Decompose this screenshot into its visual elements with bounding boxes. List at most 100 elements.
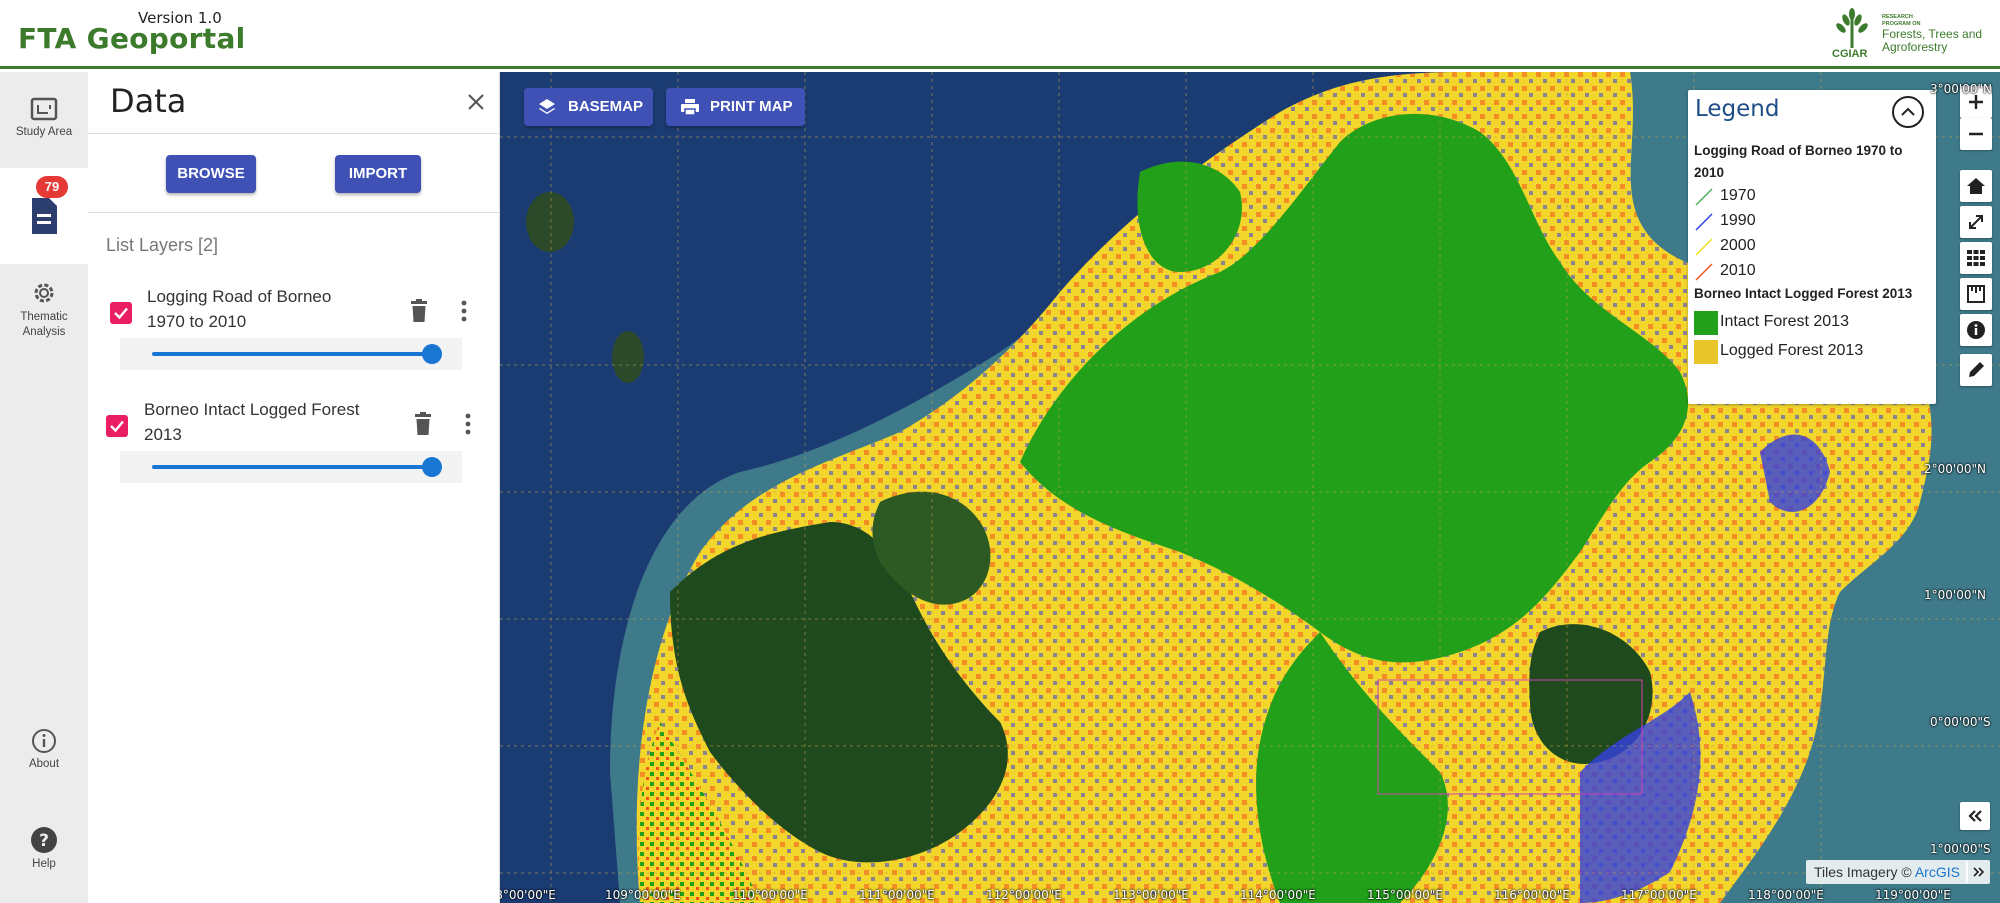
basemap-button[interactable]: BASEMAP — [524, 88, 653, 126]
measure-button[interactable] — [1960, 278, 1992, 310]
layer-name-line1: Logging Road of Borneo — [147, 287, 332, 306]
more-vert-icon — [461, 300, 467, 322]
check-icon — [114, 307, 128, 320]
map-frame-icon — [30, 97, 58, 121]
collapse-right-icon — [1973, 867, 1985, 877]
rail-label-about: About — [28, 758, 60, 770]
rail-item-thematic-analysis[interactable]: Thematic Analysis — [0, 280, 88, 350]
legend-label: 1990 — [1720, 212, 1756, 229]
home-button[interactable] — [1960, 170, 1992, 202]
grid-button[interactable] — [1960, 242, 1992, 274]
print-icon — [681, 99, 699, 116]
delete-layer-button[interactable] — [412, 411, 434, 437]
legend-label: Logged Forest 2013 — [1720, 342, 1864, 359]
map-attribution: Tiles Imagery © ArcGIS — [1806, 860, 1968, 884]
layer-name-line2: 2013 — [144, 425, 182, 444]
panel-title: Data — [110, 82, 187, 120]
info-icon — [32, 729, 56, 753]
rail-item-about[interactable]: About — [0, 728, 88, 788]
trash-icon — [411, 299, 427, 322]
legend-line-swatch — [1695, 188, 1713, 206]
lon-label: 112°00'00"E — [986, 888, 1062, 902]
legend-panel: Legend Logging Road of Borneo 1970 to 20… — [1688, 90, 1936, 404]
lat-label: 1°00'00"S — [1930, 842, 1991, 856]
legend-label: 2010 — [1720, 262, 1756, 279]
gear-icon — [34, 283, 54, 303]
fullscreen-button[interactable] — [1960, 206, 1992, 238]
cgiar-leaf-icon — [1836, 8, 1868, 48]
data-count-badge: 79 — [36, 176, 68, 198]
identify-button[interactable] — [1960, 314, 1992, 346]
legend-fill-swatch — [1694, 311, 1718, 335]
layer-visibility-checkbox[interactable] — [110, 302, 132, 324]
layers-icon — [539, 99, 555, 114]
legend-line-swatch — [1695, 238, 1713, 256]
logo-org: CGIAR — [1832, 48, 1868, 60]
rail-item-study-area[interactable]: Study Area — [0, 96, 88, 166]
zoom-out-button[interactable] — [1960, 118, 1992, 150]
lon-label: 111°00'00"E — [859, 888, 935, 902]
lat-label: 1°00'00"N — [1924, 588, 1986, 602]
opacity-slider[interactable] — [120, 338, 462, 370]
lon-label: 119°00'00"E — [1875, 888, 1951, 902]
map-view[interactable]: BASEMAP PRINT MAP Legend Logging Road of… — [500, 72, 2000, 903]
lon-label: 118°00'00"E — [1748, 888, 1824, 902]
rail-label-help: Help — [32, 858, 56, 870]
help-icon: ? — [31, 827, 57, 853]
collapse-panel-button[interactable] — [1960, 802, 1990, 830]
legend-fill-swatch — [1694, 340, 1718, 364]
lon-label: 114°00'00"E — [1240, 888, 1316, 902]
layer-menu-button[interactable] — [459, 298, 469, 324]
chevron-up-icon — [1901, 107, 1915, 116]
slider-track — [152, 352, 432, 356]
slider-thumb[interactable] — [422, 457, 442, 477]
attribution-text: Tiles Imagery © — [1814, 864, 1915, 880]
info-icon — [1967, 321, 1985, 339]
legend-label: 1970 — [1720, 187, 1756, 204]
check-icon — [110, 420, 124, 433]
import-button[interactable]: IMPORT — [335, 155, 421, 193]
legend-title: Legend — [1695, 96, 1780, 122]
layer-menu-button[interactable] — [463, 411, 473, 437]
more-vert-icon — [465, 413, 471, 435]
lon-label: 115°00'00"E — [1367, 888, 1443, 902]
zoom-out-icon — [1969, 132, 1983, 136]
print-map-button[interactable]: PRINT MAP — [666, 88, 805, 126]
opacity-slider[interactable] — [120, 451, 462, 483]
legend-group-roads: Logging Road of Borneo 1970 to 2010 — [1694, 143, 1903, 180]
panel-divider — [88, 212, 500, 213]
close-panel-button[interactable] — [464, 90, 488, 114]
close-icon — [468, 94, 484, 110]
logo-program-name: Forests, Trees and Agroforestry — [1882, 27, 1983, 54]
cgiar-fta-logo: CGIAR RESEARCH PROGRAM ON Forests, Trees… — [1826, 6, 1994, 64]
data-panel: Data BROWSE IMPORT List Layers [2] Loggi… — [88, 72, 500, 903]
app-header: Version 1.0 FTA Geoportal CGIAR RESEARCH… — [0, 0, 2000, 69]
collapse-left-icon — [1968, 810, 1982, 822]
draw-button[interactable] — [1960, 354, 1992, 386]
slider-thumb[interactable] — [422, 344, 442, 364]
expand-icon — [1969, 215, 1983, 229]
arcgis-link[interactable]: ArcGIS — [1915, 864, 1960, 880]
layer-visibility-checkbox[interactable] — [106, 415, 128, 437]
rail-item-help[interactable]: ? Help — [0, 826, 88, 886]
home-icon — [1967, 178, 1985, 194]
browse-button[interactable]: BROWSE — [166, 155, 256, 193]
layers-list-title: List Layers [2] — [106, 235, 219, 255]
lon-label: 108°00'00"E — [500, 888, 556, 902]
rail-item-data[interactable]: 79 — [0, 168, 88, 264]
legend-label: 2000 — [1720, 237, 1756, 254]
panel-divider — [88, 133, 500, 134]
legend-line-swatch — [1695, 263, 1713, 281]
expand-attribution-button[interactable] — [1966, 860, 1990, 884]
legend-label: Intact Forest 2013 — [1720, 313, 1849, 330]
nav-rail: Study Area 79 Thematic Analysis About ? … — [0, 72, 88, 903]
slider-track — [152, 465, 432, 469]
lat-label: 2°00'00"N — [1924, 462, 1986, 476]
layer-name-line1: Borneo Intact Logged Forest — [144, 400, 360, 419]
print-map-label: PRINT MAP — [710, 98, 793, 115]
delete-layer-button[interactable] — [408, 298, 430, 324]
lon-label: 110°00'00"E — [732, 888, 808, 902]
legend-collapse-button[interactable] — [1892, 96, 1924, 128]
lat-label: 3°00'00"N — [1930, 82, 1992, 96]
lon-label: 109°00'00"E — [605, 888, 681, 902]
